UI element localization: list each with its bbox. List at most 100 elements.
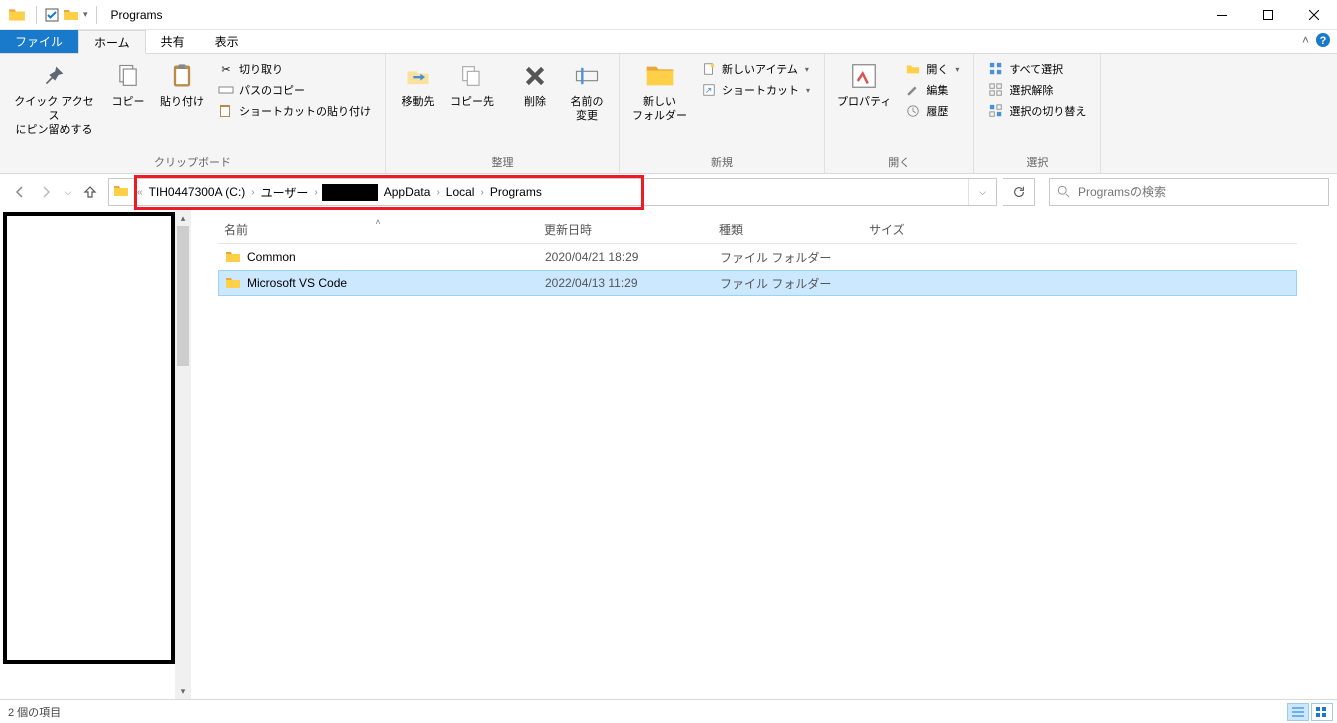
scroll-up-icon[interactable]: ▴ [175,210,191,226]
scroll-down-icon[interactable]: ▾ [175,683,191,699]
qat-dropdown-icon[interactable]: ▾ [83,9,88,20]
move-to-icon [402,60,434,92]
cut-button[interactable]: ✂切り取り [214,60,375,78]
file-list: 名前˄ 更新日時 種類 サイズ Common2020/04/21 18:29ファ… [196,210,1337,699]
scrollbar-thumb[interactable] [177,226,189,366]
delete-button[interactable]: 削除 [509,56,561,109]
file-type: ファイル フォルダー [714,275,864,292]
tab-home[interactable]: ホーム [78,30,146,54]
properties-button[interactable]: プロパティ [831,56,897,109]
address-dropdown-button[interactable]: ⌵ [968,179,996,205]
recent-locations-button[interactable]: ⌵ [60,180,76,204]
select-none-button[interactable]: 選択解除 [984,81,1090,99]
tab-share[interactable]: 共有 [146,30,200,53]
svg-text:?: ? [1320,35,1327,47]
copy-to-icon [456,60,488,92]
status-bar: 2 個の項目 [0,699,1337,723]
collapse-ribbon-icon[interactable]: ˄ [1302,33,1309,47]
file-type: ファイル フォルダー [714,249,864,266]
file-row[interactable]: Microsoft VS Code 2022/04/13 11:29ファイル フォ… [218,270,1297,296]
status-item-count: 2 個の項目 [8,704,61,720]
paste-shortcut-icon [218,103,234,119]
column-date[interactable]: 更新日時 [538,221,713,238]
quick-access-toolbar: ▾ [32,6,101,24]
new-folder-button[interactable]: 新しい フォルダー [626,56,693,123]
properties-icon [848,60,880,92]
help-icon[interactable]: ? [1315,32,1331,48]
sort-indicator-icon: ˄ [375,217,380,227]
view-large-icons-button[interactable] [1311,703,1333,721]
pin-to-quick-access-button[interactable]: クイック アクセス にピン留めする [6,56,102,137]
rename-button[interactable]: 名前の 変更 [561,56,613,123]
breadcrumb-local[interactable]: Local [442,179,479,205]
paste-button[interactable]: 貼り付け [154,56,210,109]
copy-path-icon [218,82,234,98]
refresh-button[interactable] [1003,178,1035,206]
paste-shortcut-button[interactable]: ショートカットの貼り付け [214,102,375,120]
app-folder-icon [8,6,26,24]
file-date: 2022/04/13 11:29 [539,276,714,290]
main-area: ▴ ▾ 名前˄ 更新日時 種類 サイズ Common2020/04/21 18:… [0,210,1337,699]
paste-icon [166,60,198,92]
group-label-new: 新規 [626,152,818,173]
open-button[interactable]: 開く▾ [901,60,963,78]
copy-button[interactable]: コピー [102,56,154,109]
new-folder-icon [644,60,676,92]
shortcut-icon [701,82,717,98]
invert-selection-button[interactable]: 選択の切り替え [984,102,1090,120]
ribbon-tabs: ファイル ホーム 共有 表示 ˄ ? [0,30,1337,54]
close-button[interactable] [1291,0,1337,30]
select-none-icon [988,82,1004,98]
new-item-button[interactable]: 新しいアイテム▾ [697,60,814,78]
open-icon [905,61,921,77]
select-all-button[interactable]: すべて選択 [984,60,1090,78]
group-label-open: 開く [831,152,967,173]
chevron-right-icon[interactable]: › [436,187,439,198]
copy-to-button[interactable]: コピー先 [444,56,500,109]
forward-button[interactable] [34,180,58,204]
new-item-icon [701,61,717,77]
copy-path-button[interactable]: パスのコピー [214,81,375,99]
column-size[interactable]: サイズ [863,221,983,238]
edit-button[interactable]: 編集 [901,81,963,99]
qat-folder-icon[interactable] [63,7,79,23]
nav-scrollbar[interactable]: ▴ ▾ [175,210,191,699]
chevron-right-icon[interactable]: › [251,187,254,198]
tab-view[interactable]: 表示 [200,30,254,53]
column-name[interactable]: 名前˄ [218,221,538,238]
search-box[interactable] [1049,178,1329,206]
navigation-pane[interactable]: ▴ ▾ [0,210,180,699]
minimize-button[interactable] [1199,0,1245,30]
maximize-button[interactable] [1245,0,1291,30]
new-shortcut-button[interactable]: ショートカット▾ [697,81,814,99]
view-details-button[interactable] [1287,703,1309,721]
move-to-button[interactable]: 移動先 [392,56,444,109]
history-button[interactable]: 履歴 [901,102,963,120]
back-button[interactable] [8,180,32,204]
breadcrumb-programs[interactable]: Programs [486,179,546,205]
ribbon: クイック アクセス にピン留めする コピー 貼り付け ✂切り取り パスのコピー … [0,54,1337,174]
invert-selection-icon [988,103,1004,119]
breadcrumb-users[interactable]: ユーザー [257,179,313,205]
column-type[interactable]: 種類 [713,221,863,238]
search-icon [1050,185,1078,199]
qat-checkbox-icon[interactable] [45,8,59,22]
chevron-right-icon[interactable]: › [480,187,483,198]
address-bar[interactable]: « TIH0447300A (C:) › ユーザー › AppData › Lo… [108,178,997,206]
folder-icon [225,275,241,291]
breadcrumb-drive[interactable]: TIH0447300A (C:) [145,179,250,205]
chevron-icon[interactable]: « [137,187,143,198]
file-name: Common [247,250,296,264]
file-row[interactable]: Common2020/04/21 18:29ファイル フォルダー [218,244,1297,270]
title-bar: ▾ Programs [0,0,1337,30]
file-name: Microsoft VS Code [247,276,347,290]
navigation-pane-redacted [3,212,175,664]
tab-file[interactable]: ファイル [0,30,78,53]
search-input[interactable] [1078,185,1328,199]
up-button[interactable] [78,180,102,204]
folder-icon [225,249,241,265]
group-label-organize: 整理 [392,152,613,173]
breadcrumb-appdata[interactable]: AppData [380,179,435,205]
column-headers: 名前˄ 更新日時 種類 サイズ [218,216,1297,244]
chevron-right-icon[interactable]: › [314,187,317,198]
